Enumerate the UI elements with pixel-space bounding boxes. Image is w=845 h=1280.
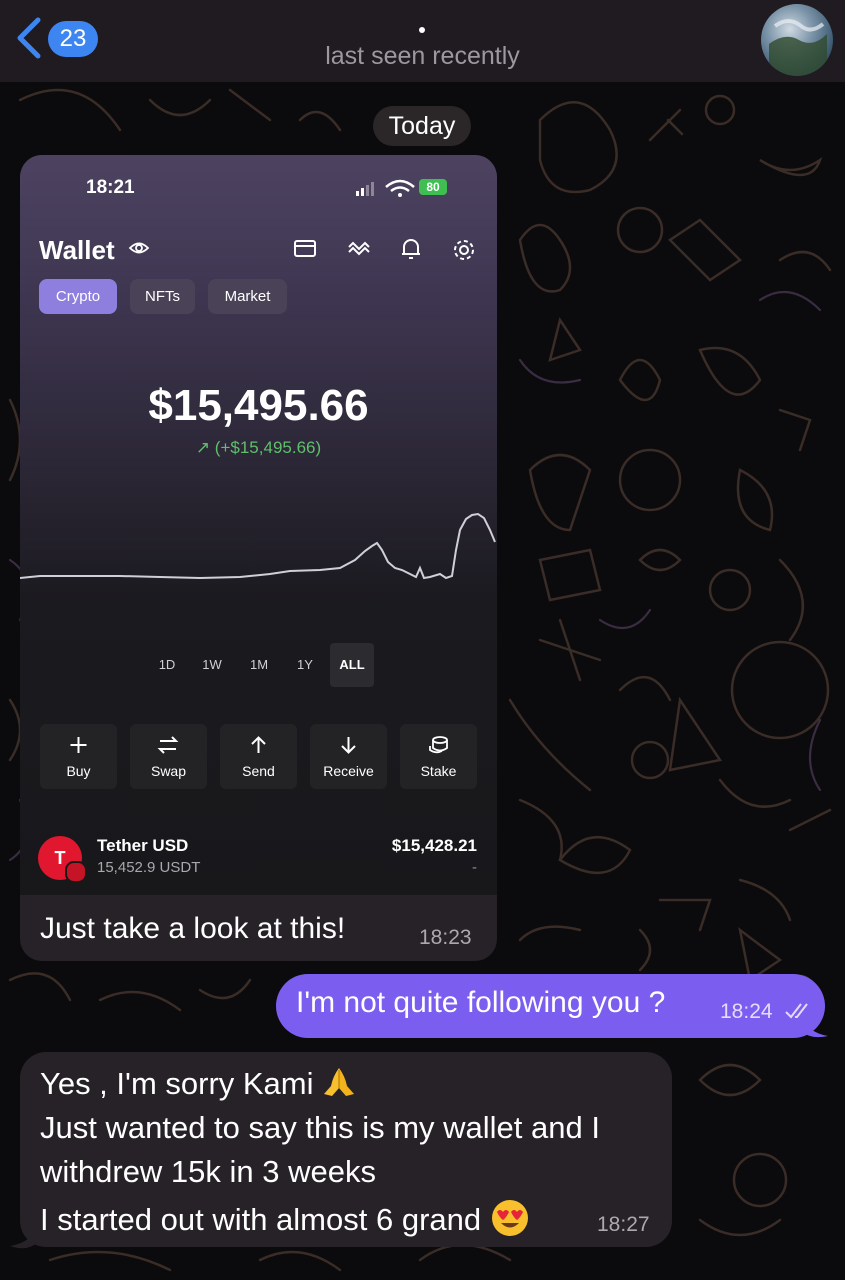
message-line: withdrew 15k in 3 weeks <box>40 1154 376 1189</box>
arrow-down-icon <box>341 737 356 754</box>
wallet-balance: $15,495.66 <box>148 381 369 430</box>
battery-indicator: 80 <box>419 179 447 195</box>
message-time: 18:23 <box>419 926 472 949</box>
tab-market[interactable]: Market <box>208 279 287 314</box>
walletconnect-icon <box>348 241 370 256</box>
message-line-text: Yes , I'm sorry Kami <box>40 1066 314 1101</box>
heart-eyes-emoji-icon <box>491 1200 528 1236</box>
coins-stack-icon <box>429 736 448 754</box>
token-amount: 15,452.9 USDT <box>97 859 201 876</box>
token-change: - <box>472 859 477 876</box>
eye-icon <box>128 242 150 254</box>
send-label: Send <box>242 763 275 779</box>
range-all[interactable]: ALL <box>330 643 374 687</box>
message-time: 18:27 <box>597 1213 650 1236</box>
praying-hands-emoji-icon <box>324 1068 355 1096</box>
token-value: $15,428.21 <box>391 836 477 855</box>
receive-button[interactable]: Receive <box>310 724 387 789</box>
incoming-message-bubble[interactable]: Yes , I'm sorry Kami Just wanted to say … <box>20 1052 672 1247</box>
token-name: Tether USD <box>97 836 189 855</box>
send-button[interactable]: Send <box>220 724 297 789</box>
status-bar-time: 18:21 <box>86 177 135 198</box>
contact-name-placeholder[interactable] <box>419 27 425 33</box>
message-line: Just wanted to say this is my wallet and… <box>40 1110 600 1145</box>
message-text: I'm not quite following you ? <box>296 986 666 1019</box>
wallet-title: Wallet <box>39 235 115 265</box>
swap-button[interactable]: Swap <box>130 724 207 789</box>
card-icon <box>294 240 316 257</box>
arrow-up-icon <box>251 736 266 753</box>
incoming-message-bubble[interactable]: 18:21 80 Wallet Crypto NFTs Market $15,4… <box>20 155 497 961</box>
message-line-text: I started out with almost 6 grand <box>40 1202 482 1237</box>
stake-label: Stake <box>420 763 457 779</box>
swap-label: Swap <box>150 763 187 779</box>
message-text: Just take a look at this! <box>40 912 346 945</box>
outgoing-message-bubble[interactable]: I'm not quite following you ? 18:24 <box>276 974 825 1038</box>
stake-button[interactable]: Stake <box>400 724 477 789</box>
balance-change: ↗ (+$15,495.66) <box>195 438 322 457</box>
swap-icon <box>157 736 179 754</box>
balance-line-chart <box>20 512 496 580</box>
contact-avatar[interactable] <box>761 4 833 76</box>
gear-icon <box>454 240 474 260</box>
tab-nfts[interactable]: NFTs <box>130 279 195 314</box>
message-line: Yes , I'm sorry Kami <box>40 1066 356 1102</box>
bell-icon <box>402 239 420 259</box>
message-line: I started out with almost 6 grand <box>40 1198 530 1238</box>
date-separator: Today <box>373 106 471 146</box>
network-badge-icon <box>65 861 87 883</box>
receive-label: Receive <box>323 763 374 779</box>
signal-wifi-icon <box>356 179 415 197</box>
message-time: 18:24 <box>720 1000 773 1023</box>
range-1m[interactable]: 1M <box>240 643 278 687</box>
wallet-screenshot-image[interactable]: 18:21 80 Wallet Crypto NFTs Market $15,4… <box>20 155 497 895</box>
range-1w[interactable]: 1W <box>193 643 231 687</box>
buy-label: Buy <box>66 763 91 779</box>
plus-icon <box>70 737 87 753</box>
tab-crypto[interactable]: Crypto <box>39 279 117 314</box>
range-1d[interactable]: 1D <box>148 643 186 687</box>
last-seen-status: last seen recently <box>325 42 520 70</box>
range-1y[interactable]: 1Y <box>286 643 324 687</box>
chat-header: 23 last seen recently <box>0 0 845 82</box>
double-check-read-icon <box>785 1003 808 1019</box>
buy-button[interactable]: Buy <box>40 724 117 789</box>
